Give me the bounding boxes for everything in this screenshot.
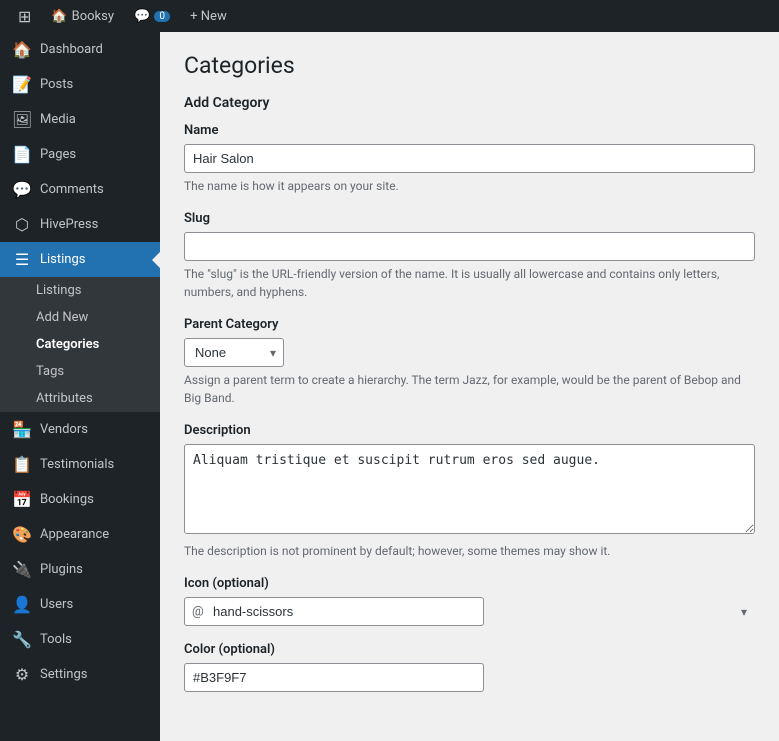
sidebar-label-listings: Listings — [40, 252, 85, 267]
icon-dropdown-arrow: ▾ — [741, 605, 747, 619]
pages-icon: 📄 — [12, 145, 32, 164]
active-arrow — [152, 252, 160, 268]
sidebar-label-appearance: Appearance — [40, 527, 109, 542]
sidebar: 🏠 Dashboard 📝 Posts 🖼 Media 📄 Pages 💬 Co… — [0, 32, 160, 741]
sidebar-label-hivepress: HivePress — [40, 217, 98, 232]
description-field: Description Aliquam tristique et suscipi… — [184, 423, 755, 560]
media-icon: 🖼 — [12, 110, 32, 129]
sidebar-item-settings[interactable]: ⚙ Settings — [0, 657, 160, 692]
sidebar-item-plugins[interactable]: 🔌 Plugins — [0, 552, 160, 587]
site-name: Booksy — [72, 9, 114, 24]
name-hint: The name is how it appears on your site. — [184, 177, 755, 195]
sidebar-label-dashboard: Dashboard — [40, 42, 103, 57]
listings-submenu: Listings Add New Categories Tags Attribu… — [0, 277, 160, 412]
dashboard-icon: 🏠 — [12, 40, 32, 59]
users-icon: 👤 — [12, 595, 32, 614]
sidebar-label-plugins: Plugins — [40, 562, 83, 577]
comments-icon: 💬 — [12, 180, 32, 199]
site-name-link[interactable]: 🏠 Booksy — [41, 0, 124, 32]
sidebar-item-tools[interactable]: 🔧 Tools — [0, 622, 160, 657]
add-category-section: Add Category Name The name is how it app… — [184, 95, 755, 692]
vendors-icon: 🏪 — [12, 420, 32, 439]
sidebar-item-posts[interactable]: 📝 Posts — [0, 67, 160, 102]
comments-link[interactable]: 💬 0 — [124, 0, 180, 32]
description-label: Description — [184, 423, 755, 438]
sidebar-label-settings: Settings — [40, 667, 87, 682]
slug-input[interactable] — [184, 232, 755, 261]
sidebar-item-comments[interactable]: 💬 Comments — [0, 172, 160, 207]
color-input[interactable] — [184, 663, 484, 692]
icon-field: Icon (optional) @ ▾ — [184, 576, 755, 626]
color-field: Color (optional) — [184, 642, 755, 692]
parent-category-hint: Assign a parent term to create a hierarc… — [184, 371, 755, 407]
wp-icon: ⊞ — [18, 7, 31, 26]
submenu-categories[interactable]: Categories — [0, 331, 160, 358]
top-bar: ⊞ 🏠 Booksy 💬 0 + New — [0, 0, 779, 32]
slug-field: Slug The "slug" is the URL-friendly vers… — [184, 211, 755, 301]
parent-category-label: Parent Category — [184, 317, 755, 332]
sidebar-label-comments: Comments — [40, 182, 104, 197]
description-hint: The description is not prominent by defa… — [184, 542, 755, 560]
sidebar-label-users: Users — [40, 597, 73, 612]
icon-input[interactable] — [184, 597, 484, 626]
testimonials-icon: 📋 — [12, 455, 32, 474]
name-input[interactable] — [184, 144, 755, 173]
sidebar-item-appearance[interactable]: 🎨 Appearance — [0, 517, 160, 552]
wp-logo[interactable]: ⊞ — [8, 0, 41, 32]
sidebar-item-testimonials[interactable]: 📋 Testimonials — [0, 447, 160, 482]
sidebar-item-users[interactable]: 👤 Users — [0, 587, 160, 622]
hivepress-icon: ⬡ — [12, 215, 32, 234]
sidebar-item-dashboard[interactable]: 🏠 Dashboard — [0, 32, 160, 67]
sidebar-item-pages[interactable]: 📄 Pages — [0, 137, 160, 172]
slug-hint: The "slug" is the URL-friendly version o… — [184, 265, 755, 301]
appearance-icon: 🎨 — [12, 525, 32, 544]
settings-icon: ⚙ — [12, 665, 32, 684]
main-layout: 🏠 Dashboard 📝 Posts 🖼 Media 📄 Pages 💬 Co… — [0, 32, 779, 741]
sidebar-item-listings[interactable]: ☰ Listings — [0, 242, 160, 277]
submenu-attributes[interactable]: Attributes — [0, 385, 160, 412]
sidebar-label-posts: Posts — [40, 77, 73, 92]
tools-icon: 🔧 — [12, 630, 32, 649]
color-label: Color (optional) — [184, 642, 755, 657]
comment-icon: 💬 — [134, 9, 150, 24]
plugins-icon: 🔌 — [12, 560, 32, 579]
posts-icon: 📝 — [12, 75, 32, 94]
sidebar-label-pages: Pages — [40, 147, 76, 162]
bookings-icon: 📅 — [12, 490, 32, 509]
new-content-button[interactable]: + New — [180, 0, 237, 32]
sidebar-label-media: Media — [40, 112, 76, 127]
sidebar-label-testimonials: Testimonials — [40, 457, 114, 472]
sidebar-item-vendors[interactable]: 🏪 Vendors — [0, 412, 160, 447]
submenu-tags[interactable]: Tags — [0, 358, 160, 385]
sidebar-label-vendors: Vendors — [40, 422, 88, 437]
slug-label: Slug — [184, 211, 755, 226]
description-textarea[interactable]: Aliquam tristique et suscipit rutrum ero… — [184, 444, 755, 534]
main-content: Categories Add Category Name The name is… — [160, 32, 779, 741]
parent-category-select[interactable]: None — [184, 338, 284, 367]
add-category-title: Add Category — [184, 95, 755, 111]
sidebar-item-hivepress[interactable]: ⬡ HivePress — [0, 207, 160, 242]
submenu-listings[interactable]: Listings — [0, 277, 160, 304]
parent-category-select-wrapper: None ▾ — [184, 338, 284, 367]
icon-select-wrapper: @ ▾ — [184, 597, 755, 626]
sidebar-item-media[interactable]: 🖼 Media — [0, 102, 160, 137]
name-field: Name The name is how it appears on your … — [184, 123, 755, 195]
page-title: Categories — [184, 52, 755, 79]
new-label: + New — [190, 9, 227, 24]
parent-category-field: Parent Category None ▾ Assign a parent t… — [184, 317, 755, 407]
color-input-wrapper — [184, 663, 755, 692]
house-icon: 🏠 — [51, 9, 67, 24]
sidebar-item-bookings[interactable]: 📅 Bookings — [0, 482, 160, 517]
listings-icon: ☰ — [12, 250, 32, 269]
comments-count: 0 — [154, 11, 170, 22]
sidebar-label-bookings: Bookings — [40, 492, 94, 507]
submenu-add-new[interactable]: Add New — [0, 304, 160, 331]
sidebar-label-tools: Tools — [40, 632, 72, 647]
icon-at-sign: @ — [192, 604, 204, 619]
name-label: Name — [184, 123, 755, 138]
icon-label: Icon (optional) — [184, 576, 755, 591]
